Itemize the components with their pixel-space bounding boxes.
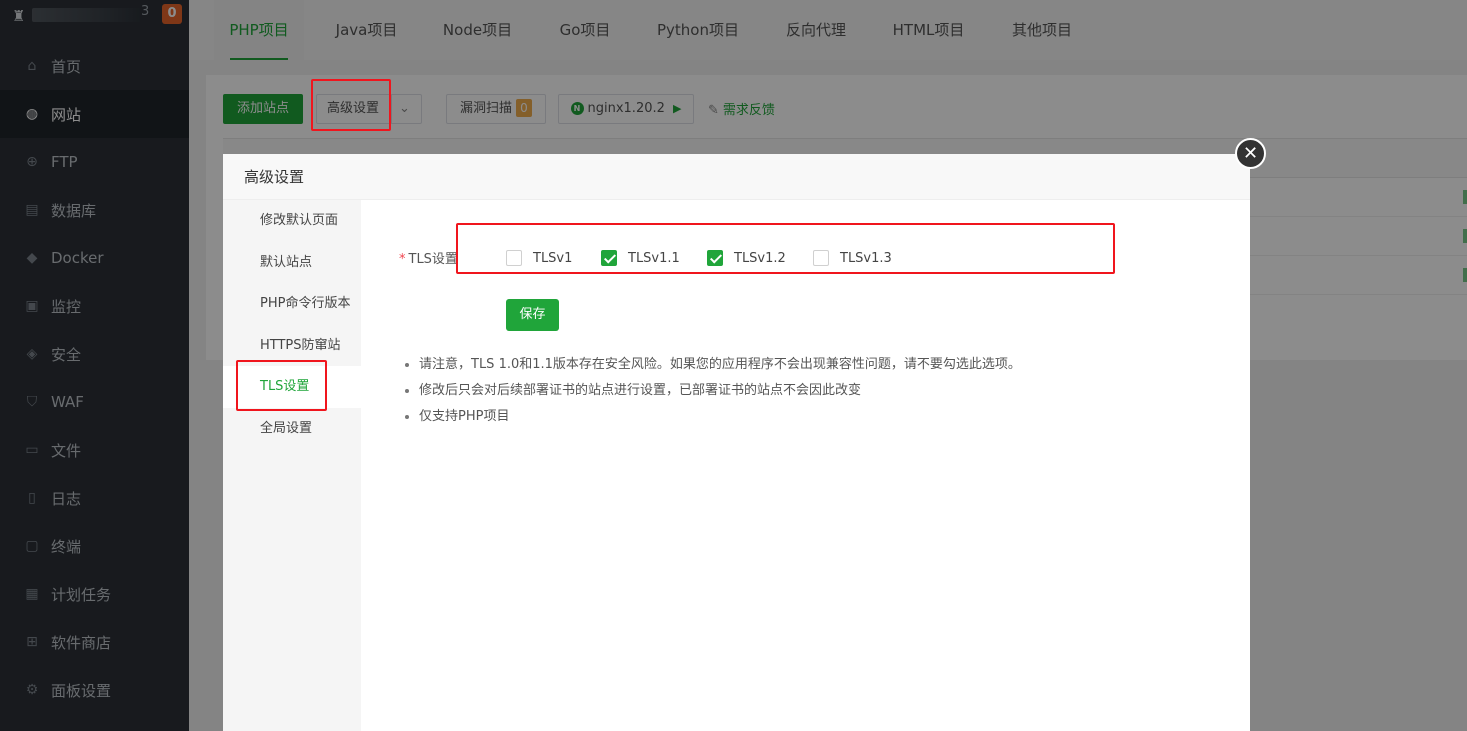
tls-form-label: * TLS设置 (399, 248, 458, 267)
highlight-tls-options (456, 223, 1115, 274)
note-item: 修改后只会对后续部署证书的站点进行设置，已部署证书的站点不会因此改变 (403, 378, 1021, 404)
tls-label-text: TLS设置 (408, 252, 458, 267)
modal-nav: 修改默认页面 默认站点 PHP命令行版本 HTTPS防窜站 TLS设置 全局设置 (223, 200, 361, 731)
nav-php-cli-version[interactable]: PHP命令行版本 (223, 283, 361, 325)
modal-title: 高级设置 (223, 154, 1250, 200)
notes-list: 请注意，TLS 1.0和1.1版本存在安全风险。如果您的应用程序不会出现兼容性问… (403, 352, 1021, 430)
nav-global-settings[interactable]: 全局设置 (223, 408, 361, 450)
save-button[interactable]: 保存 (506, 299, 559, 331)
note-item: 仅支持PHP项目 (403, 404, 1021, 430)
modal-body: * TLS设置 TLSv1 TLSv1.1 TLSv1.2 TLSv1.3 保存 … (361, 200, 1250, 731)
highlight-advanced-button (311, 79, 391, 131)
nav-default-site[interactable]: 默认站点 (223, 242, 361, 284)
nav-default-page[interactable]: 修改默认页面 (223, 200, 361, 242)
highlight-tls-nav (236, 360, 327, 411)
required-mark: * (399, 252, 406, 267)
close-icon[interactable]: ✕ (1235, 138, 1266, 169)
note-item: 请注意，TLS 1.0和1.1版本存在安全风险。如果您的应用程序不会出现兼容性问… (403, 352, 1021, 378)
